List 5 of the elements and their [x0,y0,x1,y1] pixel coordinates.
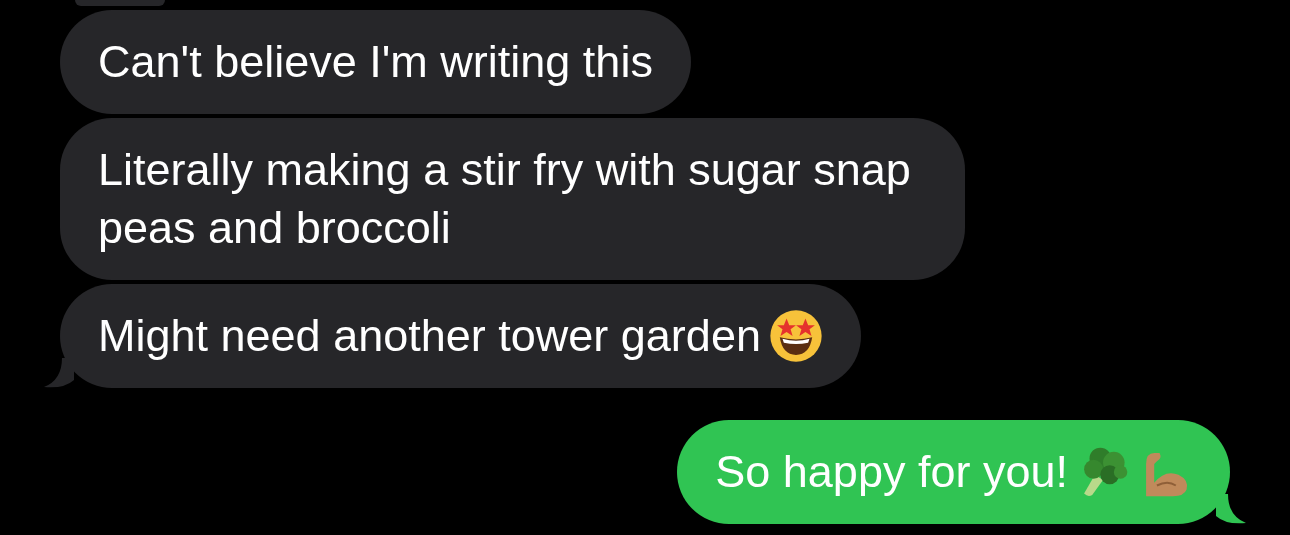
message-text: So happy for you! [715,445,1068,499]
message-text: Can't believe I'm writing this [98,35,653,89]
star-eyes-face-icon [768,309,823,363]
message-text: Literally making a stir fry with sugar snap peas and broccoli [98,143,912,255]
message-text: Might need another tower garden [98,309,761,363]
